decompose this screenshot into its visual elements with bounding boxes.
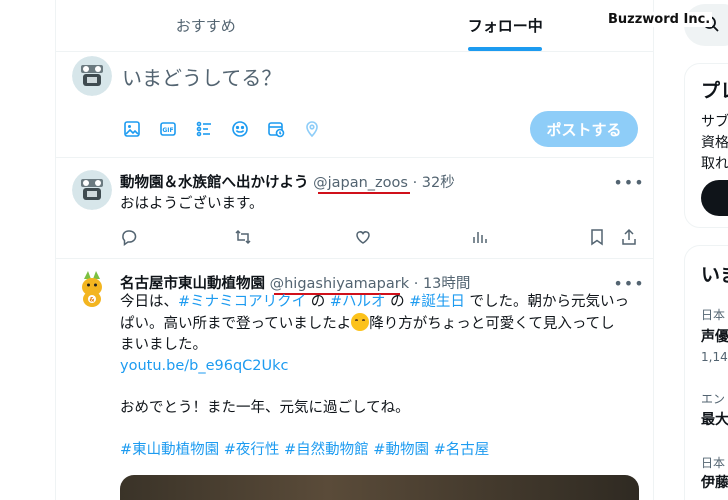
trend-count: 1,14 xyxy=(701,350,728,364)
hashtag-link[interactable]: #誕生日 xyxy=(409,294,465,310)
timeline-tabs: おすすめ フォロー中 xyxy=(56,0,653,52)
post-time[interactable]: 13時間 xyxy=(423,276,470,292)
smile-emoji-icon xyxy=(351,313,370,331)
author-name[interactable]: 動物園＆水族館へ出かけよう xyxy=(120,175,309,191)
like-icon[interactable] xyxy=(353,227,373,247)
author-name[interactable]: 名古屋市東山動植物園 xyxy=(120,276,265,292)
text-segment: ぱい。高い所まで登っていましたよ xyxy=(120,316,352,332)
author-handle[interactable]: @higashiyamapark xyxy=(270,276,410,292)
hashtag-link[interactable]: #夜行性 xyxy=(224,442,280,458)
tweet[interactable]: & 名古屋市東山動植物園 @higashiyamapark · 13時間 •••… xyxy=(56,259,653,500)
composer-toolbar: GIF xyxy=(122,119,322,139)
schedule-icon[interactable] xyxy=(266,119,286,139)
hashtag-line: #東山動植物園 #夜行性 #自然動物館 #動物園 #名古屋 xyxy=(120,440,640,461)
more-icon[interactable]: ••• xyxy=(613,273,643,293)
poll-icon[interactable] xyxy=(194,119,214,139)
text-segment: の xyxy=(385,294,410,310)
repost-icon[interactable] xyxy=(233,227,253,247)
hashtag-link[interactable]: #名古屋 xyxy=(434,442,490,458)
tweet-header: 動物園＆水族館へ出かけよう @japan_zoos · 32秒 xyxy=(120,171,455,192)
hashtag-link[interactable]: #ミナミコアリクイ xyxy=(178,294,306,310)
reply-icon[interactable] xyxy=(119,227,139,247)
avatar[interactable]: & xyxy=(72,269,112,309)
trend-category: 日本 xyxy=(701,308,726,322)
subscribe-button[interactable] xyxy=(701,180,728,216)
hashtag-link[interactable]: #東山動植物園 xyxy=(120,442,219,458)
author-handle[interactable]: @japan_zoos xyxy=(313,175,408,191)
trend-title[interactable]: 最大 xyxy=(701,409,728,429)
card-title: いま xyxy=(701,264,728,286)
separator-dot: · xyxy=(412,175,418,191)
svg-text:GIF: GIF xyxy=(162,127,173,134)
compose-input[interactable]: いまどうしてる？ xyxy=(122,62,281,91)
handle-underline-annotation xyxy=(318,192,410,194)
location-icon[interactable] xyxy=(302,119,322,139)
avatar[interactable] xyxy=(72,170,112,210)
tweet-media-image[interactable] xyxy=(120,475,639,500)
youtube-link[interactable]: youtu.be/b_e96qC2Ukc xyxy=(120,356,640,377)
post-time[interactable]: 32秒 xyxy=(422,175,455,191)
card-text: 資格 xyxy=(701,135,728,151)
post-composer: いまどうしてる？ GIF ポストする xyxy=(56,52,653,158)
hashtag-link[interactable]: #動物園 xyxy=(373,442,429,458)
views-icon[interactable] xyxy=(470,227,490,247)
separator-dot: · xyxy=(413,276,419,292)
tweet-line: まいました。 xyxy=(120,337,207,353)
text-segment: でした。朝から元気いっ xyxy=(464,294,630,310)
more-icon[interactable]: ••• xyxy=(613,172,643,192)
tweet-actions xyxy=(119,227,639,247)
timeline-column: おすすめ フォロー中 いまどうしてる？ GIF ポストする 動物園＆水族館へ出か… xyxy=(55,0,654,500)
share-icon[interactable] xyxy=(619,227,639,247)
trend-category: エン xyxy=(701,392,726,406)
card-text: サブ xyxy=(701,114,728,130)
active-tab-indicator xyxy=(468,47,543,51)
card-text: 取れ xyxy=(701,156,728,172)
tweet[interactable]: 動物園＆水族館へ出かけよう @japan_zoos · 32秒 ••• おはよう… xyxy=(56,158,653,259)
tweet-text: 今日は、#ミナミコアリクイ の #ハルオ の #誕生日 でした。朝から元気いっ … xyxy=(120,292,640,461)
post-button[interactable]: ポストする xyxy=(530,111,638,147)
emoji-icon[interactable] xyxy=(230,119,250,139)
hashtag-link[interactable]: #自然動物館 xyxy=(284,442,369,458)
tweet-header: 名古屋市東山動植物園 @higashiyamapark · 13時間 xyxy=(120,272,470,293)
tab-following-label: フォロー中 xyxy=(467,17,543,35)
tweet-line: 今日は、#ミナミコアリクイ の #ハルオ の #誕生日 でした。朝から元気いっ xyxy=(120,292,640,313)
tweet-text: おはようございます。 xyxy=(120,196,264,212)
premium-card: プレ サブ 資格 取れ xyxy=(684,63,728,228)
trend-category: 日本 xyxy=(701,456,726,470)
card-title: プレ xyxy=(701,80,728,102)
text-segment: 降り方がちょっと可愛くて見入ってし xyxy=(369,316,615,332)
text-segment: の xyxy=(306,294,330,310)
trend-title[interactable]: 声優 xyxy=(701,326,728,346)
avatar[interactable] xyxy=(72,56,112,96)
bookmark-icon[interactable] xyxy=(587,227,607,247)
tweet-line: ぱい。高い所まで登っていましたよ 降り方がちょっと可愛くて見入ってし xyxy=(120,313,640,335)
tab-recommended[interactable]: おすすめ xyxy=(56,0,356,51)
right-sidebar: プレ サブ 資格 取れ いま 日本 声優 1,14 エン 最大 日本 伊藤 xyxy=(654,0,728,500)
trend-title[interactable]: 伊藤 xyxy=(701,472,728,492)
trends-card: いま 日本 声優 1,14 エン 最大 日本 伊藤 xyxy=(684,245,728,500)
svg-text:&: & xyxy=(89,297,94,304)
image-icon[interactable] xyxy=(122,119,142,139)
text-segment: 今日は、 xyxy=(120,294,178,310)
tweet-line: おめでとう！また一年、元気に過ごしてね。 xyxy=(120,400,410,416)
brand-watermark: Buzzword Inc. xyxy=(606,12,713,27)
hashtag-link[interactable]: #ハルオ xyxy=(330,294,386,310)
left-gutter xyxy=(0,0,55,500)
tab-recommended-label: おすすめ xyxy=(175,17,236,35)
gif-icon[interactable]: GIF xyxy=(158,119,178,139)
